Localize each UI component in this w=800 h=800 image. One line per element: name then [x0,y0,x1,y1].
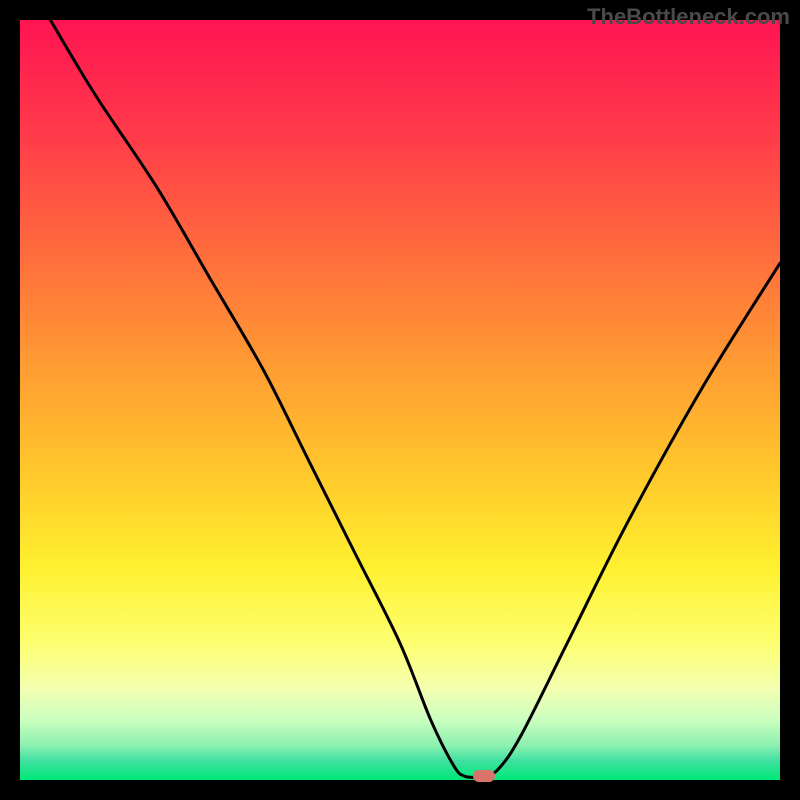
chart-frame: TheBottleneck.com [0,0,800,800]
plot-area [20,20,780,780]
background-gradient [20,20,780,780]
watermark-text: TheBottleneck.com [587,4,790,30]
optimal-point-marker [473,770,495,782]
